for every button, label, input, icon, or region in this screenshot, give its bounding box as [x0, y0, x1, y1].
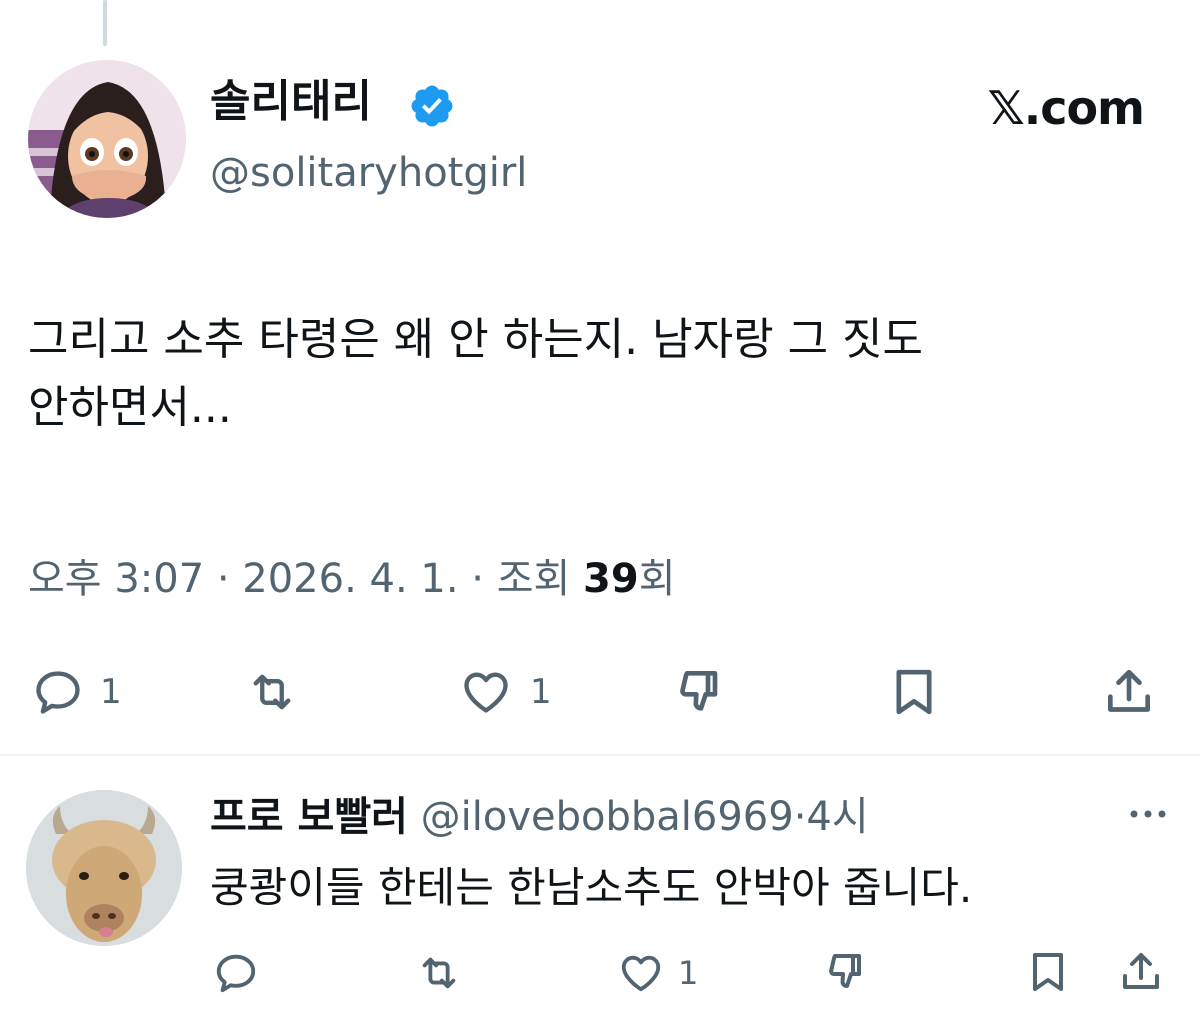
tweet-meta: 오후 3:07 · 2026. 4. 1. · 조회 39회	[28, 552, 676, 606]
retweet-icon	[422, 957, 456, 989]
share-icon	[1123, 953, 1159, 989]
reply-header: 프로 보빨러 @ilovebobbal6969·4시	[210, 790, 869, 844]
reply-icon	[36, 671, 80, 714]
views-count: 39	[583, 556, 639, 602]
reply-share-button[interactable]	[1116, 948, 1166, 996]
reply-retweet-button[interactable]	[412, 950, 466, 996]
tweet-text: 그리고 소추 타령은 왜 안 하는지. 남자랑 그 짓도 안하면서...	[28, 314, 923, 433]
reply-separator: ·	[793, 794, 807, 840]
reply-like-button[interactable]: 1	[616, 950, 698, 996]
like-count: 1	[530, 672, 552, 712]
more-icon[interactable]	[1126, 804, 1170, 824]
reply-text: 쿵쾅이들 한테는 한남소추도 안박아 줍니다.	[210, 863, 973, 912]
views-suffix: 회	[638, 556, 676, 602]
share-icon	[1108, 669, 1150, 712]
verified-badge-icon	[411, 85, 453, 127]
reply-author-name[interactable]: 프로 보빨러	[210, 794, 408, 840]
reply-author-handle[interactable]: @ilovebobbal6969	[421, 794, 794, 840]
tweet-timestamp[interactable]: 오후 3:07 · 2026. 4. 1. · 조회	[28, 556, 583, 602]
x-com-logo: 𝕏.com	[987, 81, 1145, 135]
reply-reply-button[interactable]	[212, 950, 260, 996]
reply-dislike-button[interactable]	[822, 948, 872, 996]
bookmark-icon	[896, 669, 932, 715]
thread-connector-line	[103, 0, 107, 46]
bookmark-button[interactable]	[886, 664, 942, 720]
dislike-icon	[829, 954, 861, 988]
like-icon	[621, 955, 661, 992]
retweet-icon	[253, 674, 291, 710]
reply-author-avatar[interactable]	[26, 790, 182, 946]
retweet-button[interactable]	[240, 666, 304, 718]
avatar-bison-image	[26, 790, 182, 946]
author-name[interactable]: 솔리태리	[210, 74, 372, 130]
reply-count: 1	[100, 672, 122, 712]
like-icon	[464, 672, 508, 713]
avatar-cartoon-girl-image	[28, 60, 186, 218]
section-divider	[0, 754, 1200, 756]
reply-button[interactable]: 1	[30, 666, 122, 718]
reply-bookmark-button[interactable]	[1024, 948, 1072, 996]
like-button[interactable]: 1	[456, 666, 552, 718]
bookmark-icon	[1033, 953, 1063, 991]
reply-timestamp[interactable]: 4시	[806, 794, 868, 840]
share-button[interactable]	[1100, 664, 1158, 720]
author-avatar[interactable]	[28, 60, 186, 218]
reply-icon	[216, 954, 256, 993]
reply-like-count: 1	[678, 954, 699, 992]
author-handle[interactable]: @solitaryhotgirl	[210, 146, 527, 200]
dislike-button[interactable]	[672, 664, 730, 720]
dislike-icon	[680, 671, 718, 711]
